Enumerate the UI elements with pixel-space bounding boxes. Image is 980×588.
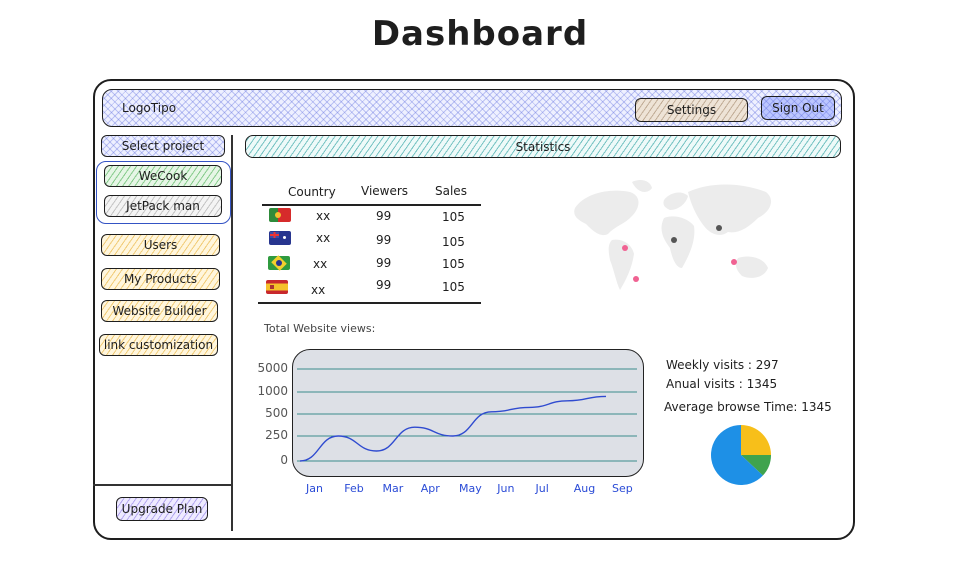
table-cell-sales: 105 (442, 210, 465, 224)
x-tick-label: Feb (344, 482, 364, 495)
annual-visits: Anual visits : 1345 (666, 377, 778, 391)
settings-button[interactable]: Settings (635, 98, 748, 122)
x-tick-label: Jul (535, 482, 549, 495)
table-header-rule (262, 204, 481, 206)
table-cell-sales: 105 (442, 235, 465, 249)
select-project-button[interactable]: Select project (101, 135, 225, 157)
x-tick-label: Jan (306, 482, 323, 495)
y-tick-label: 1000 (257, 384, 288, 398)
brazil-flag-icon (268, 255, 290, 271)
map-marker (622, 245, 628, 251)
sidebar-item-my-products[interactable]: My Products (101, 268, 220, 290)
x-tick-label: Jun (497, 482, 515, 495)
page-title: Dashboard (371, 14, 589, 54)
x-tick-label: May (459, 482, 482, 495)
table-cell-viewers: 99 (376, 233, 392, 247)
chart-title: Total Website views: (264, 322, 376, 335)
weekly-visits: Weekly visits : 297 (666, 358, 779, 372)
x-tick-label: Aug (573, 482, 596, 495)
table-cell-viewers: 99 (376, 278, 392, 292)
upgrade-plan-button[interactable]: Upgrade Plan (116, 497, 208, 521)
table-cell-country: xx (311, 283, 326, 297)
series-line (299, 395, 607, 462)
map-marker (671, 237, 677, 243)
sidebar-bottom-divider (93, 484, 231, 486)
map-marker (716, 225, 722, 231)
sidebar-item-website-builder[interactable]: Website Builder (101, 300, 218, 322)
sidebar-item-link-customization[interactable]: link customization (99, 334, 218, 356)
sidebar-divider (231, 135, 233, 531)
world-map (574, 180, 772, 290)
table-cell-viewers: 99 (376, 209, 392, 223)
x-tick-label: Sep (612, 482, 633, 495)
table-cell-sales: 105 (442, 257, 465, 271)
sidebar-item-users[interactable]: Users (101, 234, 220, 256)
line-chart (297, 368, 637, 462)
y-tick-label: 500 (265, 406, 288, 420)
map-marker (633, 276, 639, 282)
statistics-header: Statistics (245, 135, 841, 158)
table-cell-country: xx (313, 257, 328, 271)
table-header-viewers: Viewers (361, 184, 409, 198)
y-tick-label: 0 (280, 453, 288, 467)
portugal-flag-icon (269, 208, 291, 222)
table-header-country: Country (288, 185, 336, 199)
spain-flag-icon (266, 280, 288, 294)
y-tick-label: 250 (265, 428, 288, 442)
table-cell-viewers: 99 (376, 256, 392, 270)
logo[interactable]: LogoTipo (122, 101, 176, 115)
pie-slice (741, 425, 771, 455)
average-browse-time: Average browse Time: 1345 (664, 400, 832, 414)
project-jetpack-man[interactable]: JetPack man (104, 195, 222, 217)
sign-out-button[interactable]: Sign Out (761, 96, 835, 120)
x-tick-label: Apr (420, 482, 440, 495)
project-wecook[interactable]: WeCook (104, 165, 222, 187)
y-tick-label: 5000 (257, 361, 288, 375)
table-cell-sales: 105 (442, 280, 465, 294)
table-cell-country: xx (316, 209, 331, 223)
map-marker (731, 259, 737, 265)
pie-chart (711, 425, 771, 485)
table-header-sales: Sales (435, 184, 467, 198)
table-bottom-rule (258, 302, 481, 304)
table-cell-country: xx (316, 231, 331, 245)
x-tick-label: Mar (382, 482, 404, 495)
australia-flag-icon (269, 231, 291, 245)
